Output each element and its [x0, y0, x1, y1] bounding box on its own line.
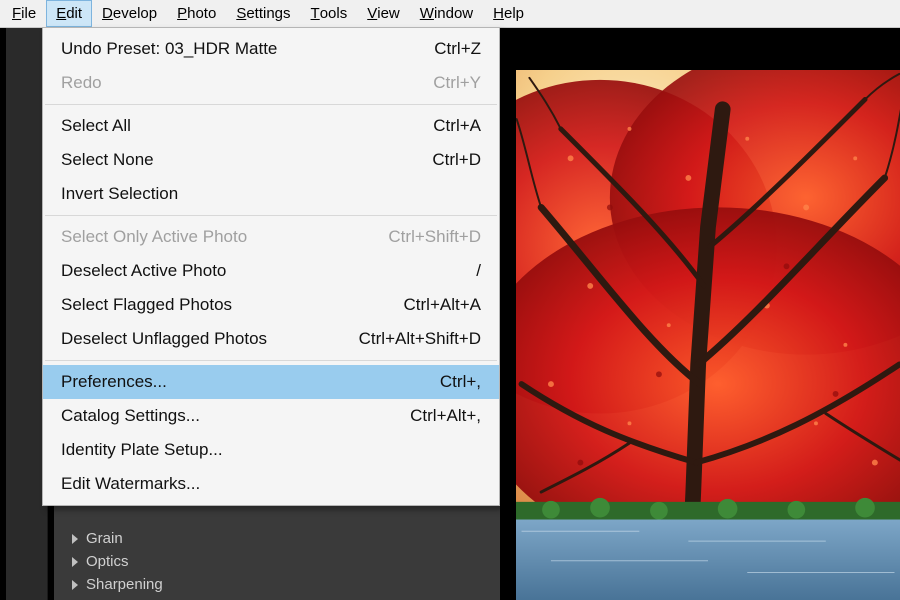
menu-item-shortcut: Ctrl+Alt+Shift+D — [359, 329, 481, 349]
disclosure-triangle-icon — [72, 557, 78, 567]
menu-item-deselect-active-photo[interactable]: Deselect Active Photo/ — [43, 254, 499, 288]
preset-item-label: Sharpening — [86, 576, 163, 593]
menu-item-shortcut: Ctrl+Z — [434, 39, 481, 59]
menubar-item-settings[interactable]: Settings — [226, 0, 300, 27]
edit-menu: Undo Preset: 03_HDR MatteCtrl+ZRedoCtrl+… — [42, 27, 500, 506]
menu-item-label: Deselect Unflagged Photos — [61, 329, 359, 349]
menu-item-identity-plate-setup[interactable]: Identity Plate Setup... — [43, 433, 499, 467]
menu-item-redo: RedoCtrl+Y — [43, 66, 499, 100]
menubar-item-tools[interactable]: Tools — [301, 0, 358, 27]
preset-item-grain[interactable]: Grain — [54, 527, 500, 550]
preset-list: Grain Optics Sharpening — [54, 519, 500, 600]
image-preview — [516, 70, 900, 600]
menu-item-select-none[interactable]: Select NoneCtrl+D — [43, 143, 499, 177]
menu-item-label: Select Only Active Photo — [61, 227, 388, 247]
disclosure-triangle-icon — [72, 534, 78, 544]
menu-separator — [45, 215, 497, 216]
menubar-item-develop[interactable]: Develop — [92, 0, 167, 27]
menu-item-select-all[interactable]: Select AllCtrl+A — [43, 109, 499, 143]
menu-item-label: Undo Preset: 03_HDR Matte — [61, 39, 434, 59]
menu-item-label: Select All — [61, 116, 433, 136]
menubar-item-window[interactable]: Window — [410, 0, 483, 27]
preset-item-label: Grain — [86, 530, 123, 547]
menu-item-label: Redo — [61, 73, 433, 93]
menu-item-shortcut: Ctrl+A — [433, 116, 481, 136]
preset-item-sharpening[interactable]: Sharpening — [54, 573, 500, 596]
menu-item-label: Preferences... — [61, 372, 440, 392]
menu-item-edit-watermarks[interactable]: Edit Watermarks... — [43, 467, 499, 501]
menubar-item-view[interactable]: View — [357, 0, 410, 27]
disclosure-triangle-icon — [72, 580, 78, 590]
menu-item-deselect-unflagged-photos[interactable]: Deselect Unflagged PhotosCtrl+Alt+Shift+… — [43, 322, 499, 356]
preset-item-optics[interactable]: Optics — [54, 550, 500, 573]
menu-item-label: Select None — [61, 150, 432, 170]
menubar-item-photo[interactable]: Photo — [167, 0, 226, 27]
menu-item-label: Invert Selection — [61, 184, 481, 204]
menubar-item-help[interactable]: Help — [483, 0, 534, 27]
menu-item-shortcut: Ctrl+Alt+, — [410, 406, 481, 426]
menu-item-shortcut: Ctrl+Alt+A — [404, 295, 481, 315]
menu-item-invert-selection[interactable]: Invert Selection — [43, 177, 499, 211]
menu-item-label: Select Flagged Photos — [61, 295, 404, 315]
menu-item-select-only-active-photo: Select Only Active PhotoCtrl+Shift+D — [43, 220, 499, 254]
menubar-item-edit[interactable]: Edit — [46, 0, 92, 27]
menu-item-preferences[interactable]: Preferences...Ctrl+, — [43, 365, 499, 399]
menu-separator — [45, 104, 497, 105]
menu-item-select-flagged-photos[interactable]: Select Flagged PhotosCtrl+Alt+A — [43, 288, 499, 322]
menu-item-shortcut: Ctrl+Y — [433, 73, 481, 93]
menubar: FileEditDevelopPhotoSettingsToolsViewWin… — [0, 0, 900, 28]
menu-item-catalog-settings[interactable]: Catalog Settings...Ctrl+Alt+, — [43, 399, 499, 433]
menu-item-shortcut: Ctrl+Shift+D — [388, 227, 481, 247]
menu-item-undo-preset-03-hdr-matte[interactable]: Undo Preset: 03_HDR MatteCtrl+Z — [43, 32, 499, 66]
menu-item-label: Catalog Settings... — [61, 406, 410, 426]
menu-item-shortcut: Ctrl+, — [440, 372, 481, 392]
menu-item-label: Deselect Active Photo — [61, 261, 476, 281]
menu-item-shortcut: Ctrl+D — [432, 150, 481, 170]
menubar-item-file[interactable]: File — [2, 0, 46, 27]
menu-item-label: Identity Plate Setup... — [61, 440, 481, 460]
menu-item-shortcut: / — [476, 261, 481, 281]
preset-item-label: Optics — [86, 553, 129, 570]
menu-item-label: Edit Watermarks... — [61, 474, 481, 494]
menu-separator — [45, 360, 497, 361]
